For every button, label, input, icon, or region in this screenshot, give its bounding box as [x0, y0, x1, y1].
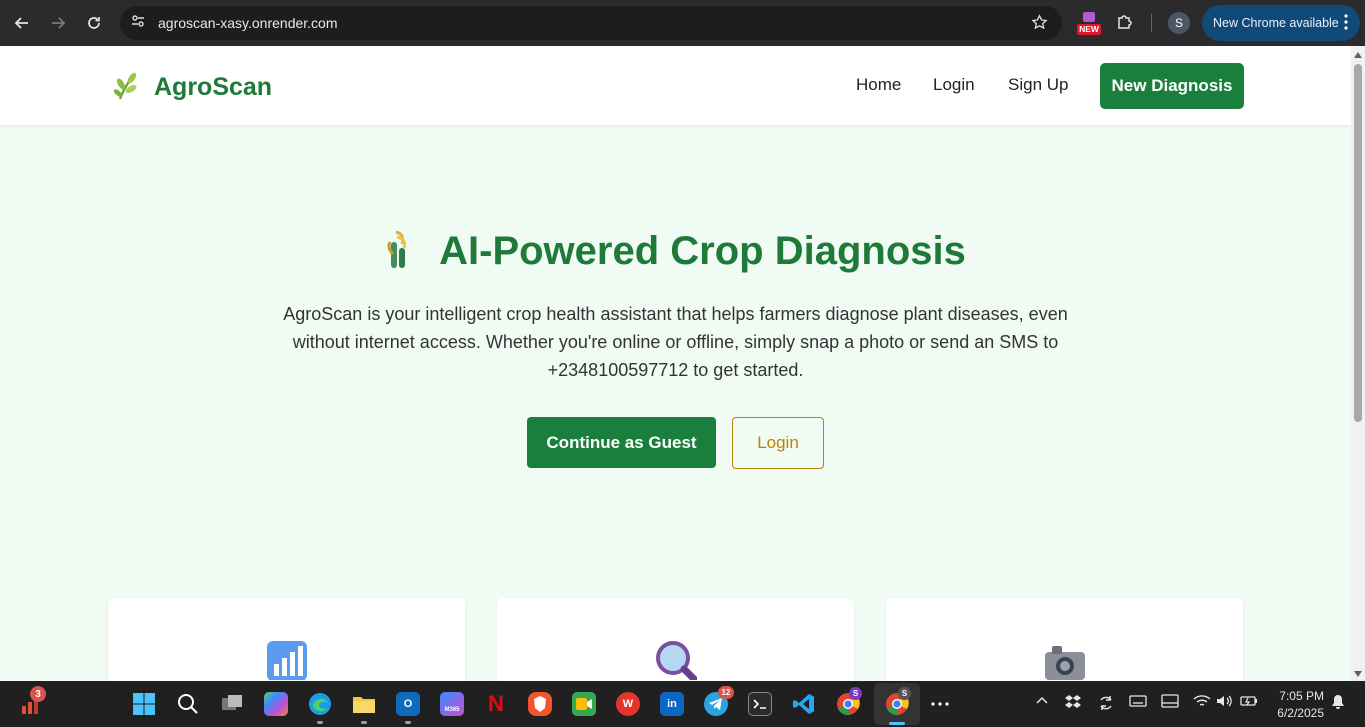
notification-bell-icon[interactable] [1331, 694, 1345, 713]
feature-card [108, 598, 465, 681]
page-scrollbar[interactable] [1351, 46, 1365, 681]
scroll-up-arrow[interactable] [1354, 52, 1362, 58]
seedling-icon [112, 70, 140, 105]
crop-plant-icon [385, 228, 415, 275]
m365-label: M365 [444, 707, 460, 713]
running-indicator [361, 721, 367, 724]
nav-login-link[interactable]: Login [933, 75, 975, 95]
google-meet-icon[interactable] [572, 692, 596, 716]
scroll-thumb[interactable] [1354, 64, 1362, 422]
chrome-browser-icon[interactable]: S [885, 687, 911, 716]
wps-office-icon[interactable]: W [616, 692, 640, 716]
linkedin-icon[interactable]: in [660, 692, 684, 716]
edge-browser-icon[interactable] [308, 692, 332, 716]
scroll-down-arrow[interactable] [1354, 671, 1362, 677]
brand-logo[interactable]: AgroScan [112, 70, 272, 105]
forward-icon[interactable] [40, 5, 76, 41]
terminal-icon[interactable] [748, 692, 772, 716]
nav-home-link[interactable]: Home [856, 75, 901, 95]
system-clock[interactable]: 7:05 PM 6/2/2025 [1268, 688, 1324, 722]
dropbox-icon[interactable] [1065, 694, 1081, 713]
clock-date: 6/2/2025 [1277, 706, 1324, 720]
windows-taskbar: 3 O M365 N W in 12 S S 7:05 PM 6/2/2025 [0, 681, 1365, 727]
vscode-icon[interactable] [792, 692, 816, 716]
profile-avatar[interactable]: S [1168, 12, 1190, 34]
new-chrome-available-button[interactable]: New Chrome available [1202, 5, 1360, 41]
reload-icon[interactable] [76, 5, 112, 41]
toolbar-divider [1151, 14, 1152, 32]
feature-card [886, 598, 1243, 681]
file-explorer-icon[interactable] [352, 692, 376, 716]
menu-dots-icon[interactable] [1344, 14, 1348, 33]
magnifier-icon [655, 640, 698, 681]
m365-icon[interactable]: M365 [440, 692, 464, 716]
url-text[interactable]: agroscan-xasy.onrender.com [158, 15, 338, 31]
bookmark-star-icon[interactable] [1031, 14, 1048, 36]
brand-name: AgroScan [154, 73, 273, 101]
telegram-icon[interactable]: 12 [704, 686, 734, 716]
outlook-icon[interactable]: O [396, 692, 420, 716]
task-view-icon[interactable] [220, 692, 244, 716]
running-indicator [405, 721, 411, 724]
update-label: New Chrome available [1213, 16, 1339, 30]
new-badge: NEW [1079, 24, 1099, 34]
notification-badge: 3 [30, 686, 46, 702]
site-settings-icon[interactable] [130, 13, 146, 34]
chrome-profile-icon[interactable]: S [836, 687, 862, 716]
back-icon[interactable] [4, 5, 40, 41]
gift-extension-icon[interactable]: NEW [1076, 8, 1102, 41]
battery-icon[interactable] [1240, 694, 1258, 711]
hero-title: AI-Powered Crop Diagnosis [439, 229, 966, 273]
camera-icon [1044, 640, 1086, 681]
hero-description: AgroScan is your intelligent crop health… [283, 304, 1068, 380]
volume-icon[interactable] [1216, 694, 1234, 711]
telegram-badge: 12 [718, 686, 734, 699]
hero-heading: AI-Powered Crop Diagnosis [0, 228, 1351, 275]
display-icon[interactable] [1161, 694, 1179, 711]
chevron-up-icon[interactable] [1035, 694, 1049, 708]
bar-chart-icon [266, 640, 308, 681]
clock-time: 7:05 PM [1279, 689, 1324, 703]
wifi-icon[interactable] [1193, 694, 1211, 711]
nav-signup-link[interactable]: Sign Up [1008, 75, 1068, 95]
extensions-puzzle-icon[interactable] [1116, 12, 1134, 35]
active-indicator [889, 722, 905, 725]
page-viewport: AgroScan Home Login Sign Up New Diagnosi… [0, 46, 1351, 681]
brave-browser-icon[interactable] [528, 692, 552, 716]
profile-badge: S [849, 687, 862, 700]
running-indicator [317, 721, 323, 724]
netflix-icon[interactable]: N [484, 691, 508, 716]
more-apps-icon[interactable] [928, 692, 952, 716]
hero-login-button[interactable]: Login [732, 417, 824, 469]
copilot-icon[interactable] [264, 692, 288, 716]
profile-badge: S [898, 687, 911, 700]
keyboard-icon[interactable] [1129, 694, 1147, 711]
search-icon[interactable] [176, 692, 200, 716]
continue-as-guest-button[interactable]: Continue as Guest [527, 417, 716, 468]
feature-card [497, 598, 854, 681]
sync-icon[interactable] [1097, 694, 1115, 715]
windows-start-icon[interactable] [132, 692, 156, 716]
address-bar[interactable]: agroscan-xasy.onrender.com [120, 6, 1062, 40]
new-diagnosis-button[interactable]: New Diagnosis [1100, 63, 1244, 109]
site-header: AgroScan Home Login Sign Up New Diagnosi… [0, 46, 1351, 125]
widgets-icon[interactable]: 3 [20, 686, 46, 716]
